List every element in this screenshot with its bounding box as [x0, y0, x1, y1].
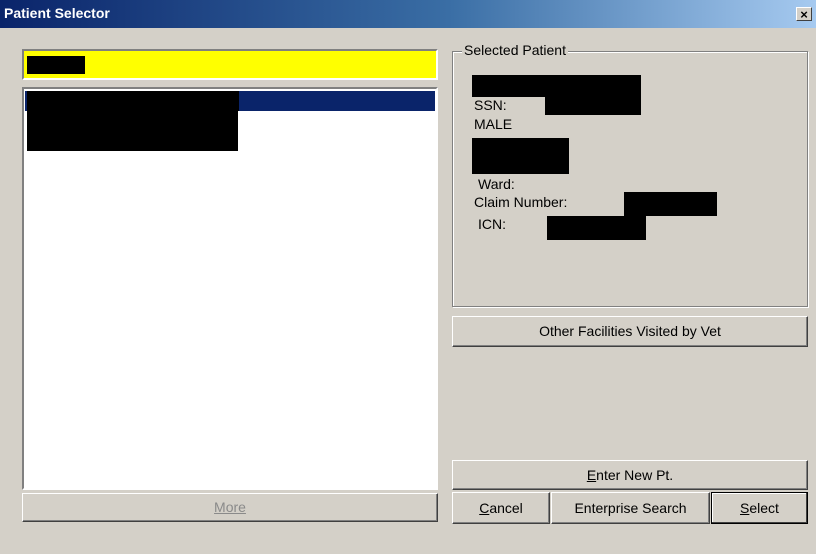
list-item[interactable] [25, 91, 435, 111]
enterprise-search-button[interactable]: Enterprise Search [551, 492, 710, 524]
more-button[interactable]: More [22, 493, 438, 522]
cancel-accel: C [479, 500, 490, 516]
sex-value: MALE [474, 116, 513, 132]
title-bar[interactable]: Patient Selector × [0, 0, 816, 28]
enter-new-patient-button[interactable]: Enter New Pt. [452, 460, 808, 490]
ssn-value-redaction [545, 97, 641, 115]
icn-label: ICN: [478, 216, 506, 232]
patient-list[interactable] [22, 87, 438, 490]
ward-label: Ward: [478, 176, 515, 192]
enter-new-pt-label: nter New Pt. [596, 467, 674, 483]
patient-details-redaction [27, 109, 238, 151]
enter-new-pt-accel: E [586, 467, 597, 483]
selected-patient-label: Selected Patient [462, 42, 568, 58]
claim-number-label: Claim Number: [474, 194, 568, 210]
patient-name-redaction [472, 75, 641, 97]
more-label: More [214, 499, 246, 515]
cancel-label: ancel [489, 500, 523, 516]
other-facilities-button[interactable]: Other Facilities Visited by Vet [452, 316, 808, 347]
claim-number-redaction [624, 192, 717, 216]
select-button[interactable]: Select [711, 492, 808, 524]
ssn-label: SSN: [474, 97, 507, 113]
icn-redaction [547, 216, 646, 240]
close-button[interactable]: × [796, 7, 812, 22]
window-title: Patient Selector [4, 5, 110, 21]
select-accel: S [740, 500, 750, 516]
dob-redaction [472, 138, 569, 174]
patient-name-redaction [27, 91, 239, 111]
cancel-button[interactable]: Cancel [452, 492, 550, 524]
select-label: elect [749, 500, 779, 516]
search-text-redaction [27, 56, 85, 74]
